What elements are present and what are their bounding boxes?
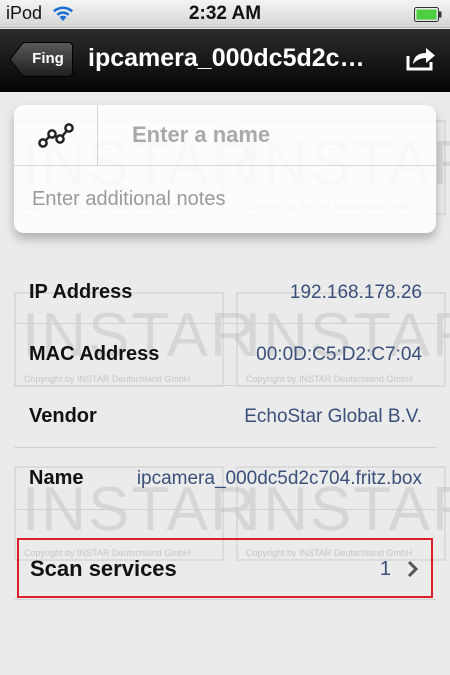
detail-label: MAC Address xyxy=(29,343,160,365)
detail-value: 192.168.178.26 xyxy=(289,282,422,303)
share-icon[interactable] xyxy=(405,44,437,77)
status-bar: iPod 2:32 AM xyxy=(0,0,450,28)
detail-value: 00:0D:C5:D2:C7:04 xyxy=(256,344,422,365)
detail-label: IP Address xyxy=(29,281,133,303)
detail-row-ip-address: IP Address 192.168.178.26 xyxy=(14,262,436,324)
network-nodes-icon xyxy=(38,123,74,148)
scan-services-count: 1 xyxy=(379,558,391,580)
back-button[interactable]: Fing xyxy=(9,42,73,77)
detail-row-mac-address: MAC Address 00:0D:C5:D2:C7:04 xyxy=(14,324,436,386)
page-title: ipcamera_000dc5d2c704.fritz.box xyxy=(88,44,378,72)
content-area[interactable]: INSTAR Copyright by INSTAR Deutschland G… xyxy=(0,92,450,675)
detail-value: ipcamera_000dc5d2c704.fritz.box xyxy=(136,468,422,489)
detail-row-vendor: Vendor EchoStar Global B.V. xyxy=(14,386,436,448)
status-time: 2:32 AM xyxy=(188,3,262,24)
scan-services-label: Scan services xyxy=(30,556,177,581)
navigation-bar: Fing ipcamera_000dc5d2c704.fritz.box xyxy=(0,29,450,92)
list-divider xyxy=(14,599,436,600)
scan-services-row[interactable]: Scan services 1 xyxy=(17,538,433,598)
chevron-right-icon xyxy=(407,560,419,583)
detail-label: Vendor xyxy=(29,405,97,427)
additional-notes-input[interactable] xyxy=(14,166,436,233)
detail-value: EchoStar Global B.V. xyxy=(244,406,422,427)
device-name-input[interactable] xyxy=(98,105,436,165)
battery-icon xyxy=(414,7,442,27)
detail-row-name: Name ipcamera_000dc5d2c704.fritz.box xyxy=(14,448,436,510)
detail-label: Name xyxy=(29,467,84,489)
device-info-card xyxy=(14,105,436,233)
device-icon-cell[interactable] xyxy=(14,105,98,165)
back-button-label: Fing xyxy=(32,50,64,67)
